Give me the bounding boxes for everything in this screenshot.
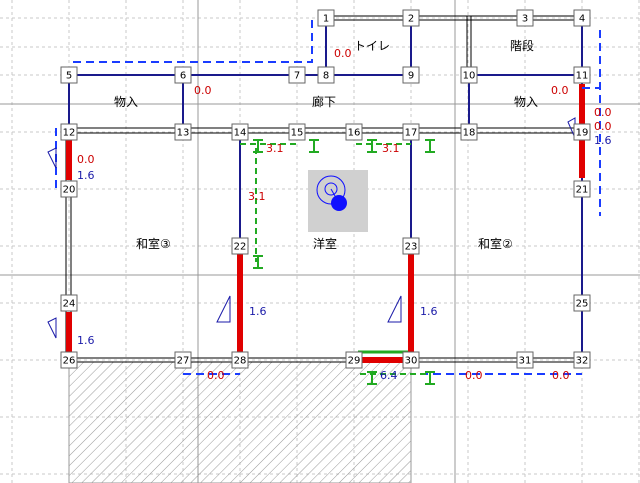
value-label: 1.6 bbox=[77, 334, 95, 347]
floor-plan-canvas: トイレ 階段 物入 廊下 物入 和室③ 洋室 和室② 0.0 0.0 0.0 0… bbox=[0, 0, 640, 483]
node-label: 2 bbox=[408, 14, 414, 25]
node-24[interactable]: 24 bbox=[60, 294, 78, 312]
node-25[interactable]: 25 bbox=[573, 294, 591, 312]
value-label: 0.0 bbox=[207, 369, 225, 382]
node-label: 20 bbox=[63, 185, 76, 196]
room-label-stairs: 階段 bbox=[510, 38, 534, 53]
room-label-washitsu3: 和室③ bbox=[136, 236, 171, 251]
value-label: 1.6 bbox=[594, 134, 612, 147]
node-label: 23 bbox=[405, 242, 418, 253]
node-22[interactable]: 22 bbox=[231, 237, 249, 255]
node-31[interactable]: 31 bbox=[516, 351, 534, 369]
node-label: 8 bbox=[323, 71, 329, 82]
node-label: 14 bbox=[234, 128, 247, 139]
node-8[interactable]: 8 bbox=[317, 66, 335, 84]
node-label: 21 bbox=[576, 185, 589, 196]
node-label: 27 bbox=[177, 356, 190, 367]
value-label: 0.0 bbox=[594, 120, 612, 133]
node-32[interactable]: 32 bbox=[573, 351, 591, 369]
node-label: 31 bbox=[519, 356, 532, 367]
node-1[interactable]: 1 bbox=[317, 9, 335, 27]
node-label: 22 bbox=[234, 242, 247, 253]
value-label: 0.0 bbox=[77, 153, 95, 166]
node-9[interactable]: 9 bbox=[402, 66, 420, 84]
node-label: 6 bbox=[180, 71, 186, 82]
node-label: 10 bbox=[463, 71, 476, 82]
room-label-storage-right: 物入 bbox=[514, 95, 538, 109]
node-label: 17 bbox=[405, 128, 418, 139]
node-20[interactable]: 20 bbox=[60, 180, 78, 198]
node-label: 26 bbox=[63, 356, 76, 367]
hatched-area bbox=[68, 361, 412, 483]
node-label: 16 bbox=[348, 128, 361, 139]
node-16[interactable]: 16 bbox=[345, 123, 363, 141]
node-4[interactable]: 4 bbox=[573, 9, 591, 27]
node-label: 30 bbox=[405, 356, 418, 367]
value-label: 0.0 bbox=[594, 106, 612, 119]
node-label: 25 bbox=[576, 299, 589, 310]
node-29[interactable]: 29 bbox=[345, 351, 363, 369]
node-26[interactable]: 26 bbox=[60, 351, 78, 369]
node-30[interactable]: 30 bbox=[402, 351, 420, 369]
value-label: 1.6 bbox=[420, 305, 438, 318]
node-17[interactable]: 17 bbox=[402, 123, 420, 141]
node-label: 1 bbox=[323, 14, 329, 25]
node-3[interactable]: 3 bbox=[516, 9, 534, 27]
node-11[interactable]: 11 bbox=[573, 66, 591, 84]
node-12[interactable]: 12 bbox=[60, 123, 78, 141]
node-label: 19 bbox=[576, 128, 589, 139]
node-label: 29 bbox=[348, 356, 361, 367]
room-label-toilet: トイレ bbox=[354, 39, 390, 53]
node-label: 15 bbox=[291, 128, 304, 139]
node-label: 4 bbox=[579, 14, 585, 25]
room-label-hallway: 廊下 bbox=[312, 94, 336, 109]
node-15[interactable]: 15 bbox=[288, 123, 306, 141]
node-label: 13 bbox=[177, 128, 190, 139]
node-28[interactable]: 28 bbox=[231, 351, 249, 369]
room-label-washitsu2: 和室② bbox=[478, 236, 513, 251]
node-13[interactable]: 13 bbox=[174, 123, 192, 141]
node-18[interactable]: 18 bbox=[460, 123, 478, 141]
node-label: 11 bbox=[576, 71, 589, 82]
node-label: 18 bbox=[463, 128, 476, 139]
value-label: 3.1 bbox=[382, 142, 400, 155]
node-5[interactable]: 5 bbox=[60, 66, 78, 84]
node-14[interactable]: 14 bbox=[231, 123, 249, 141]
value-label: 0.0 bbox=[334, 47, 352, 60]
node-label: 28 bbox=[234, 356, 247, 367]
node-19[interactable]: 19 bbox=[573, 123, 591, 141]
value-label: 1.6 bbox=[249, 305, 267, 318]
value-label: 3.1 bbox=[248, 190, 266, 203]
node-2[interactable]: 2 bbox=[402, 9, 420, 27]
node-7[interactable]: 7 bbox=[288, 66, 306, 84]
node-label: 12 bbox=[63, 128, 76, 139]
node-label: 9 bbox=[408, 71, 414, 82]
node-23[interactable]: 23 bbox=[402, 237, 420, 255]
value-label: 0.0 bbox=[465, 369, 483, 382]
value-label: 1.6 bbox=[77, 169, 95, 182]
value-label: 3.1 bbox=[266, 142, 284, 155]
room-label-storage-left: 物入 bbox=[114, 95, 138, 109]
node-label: 5 bbox=[66, 71, 72, 82]
node-label: 32 bbox=[576, 356, 589, 367]
center-marker bbox=[308, 170, 368, 232]
room-label-western: 洋室 bbox=[313, 236, 337, 251]
node-label: 7 bbox=[294, 71, 300, 82]
node-27[interactable]: 27 bbox=[174, 351, 192, 369]
node-10[interactable]: 10 bbox=[460, 66, 478, 84]
value-label: 0.0 bbox=[551, 84, 569, 97]
node-label: 24 bbox=[63, 299, 76, 310]
node-6[interactable]: 6 bbox=[174, 66, 192, 84]
value-label: 0.0 bbox=[552, 369, 570, 382]
node-21[interactable]: 21 bbox=[573, 180, 591, 198]
node-label: 3 bbox=[522, 14, 528, 25]
value-label: 0.0 bbox=[194, 84, 212, 97]
value-label: 6.4 bbox=[380, 369, 398, 382]
